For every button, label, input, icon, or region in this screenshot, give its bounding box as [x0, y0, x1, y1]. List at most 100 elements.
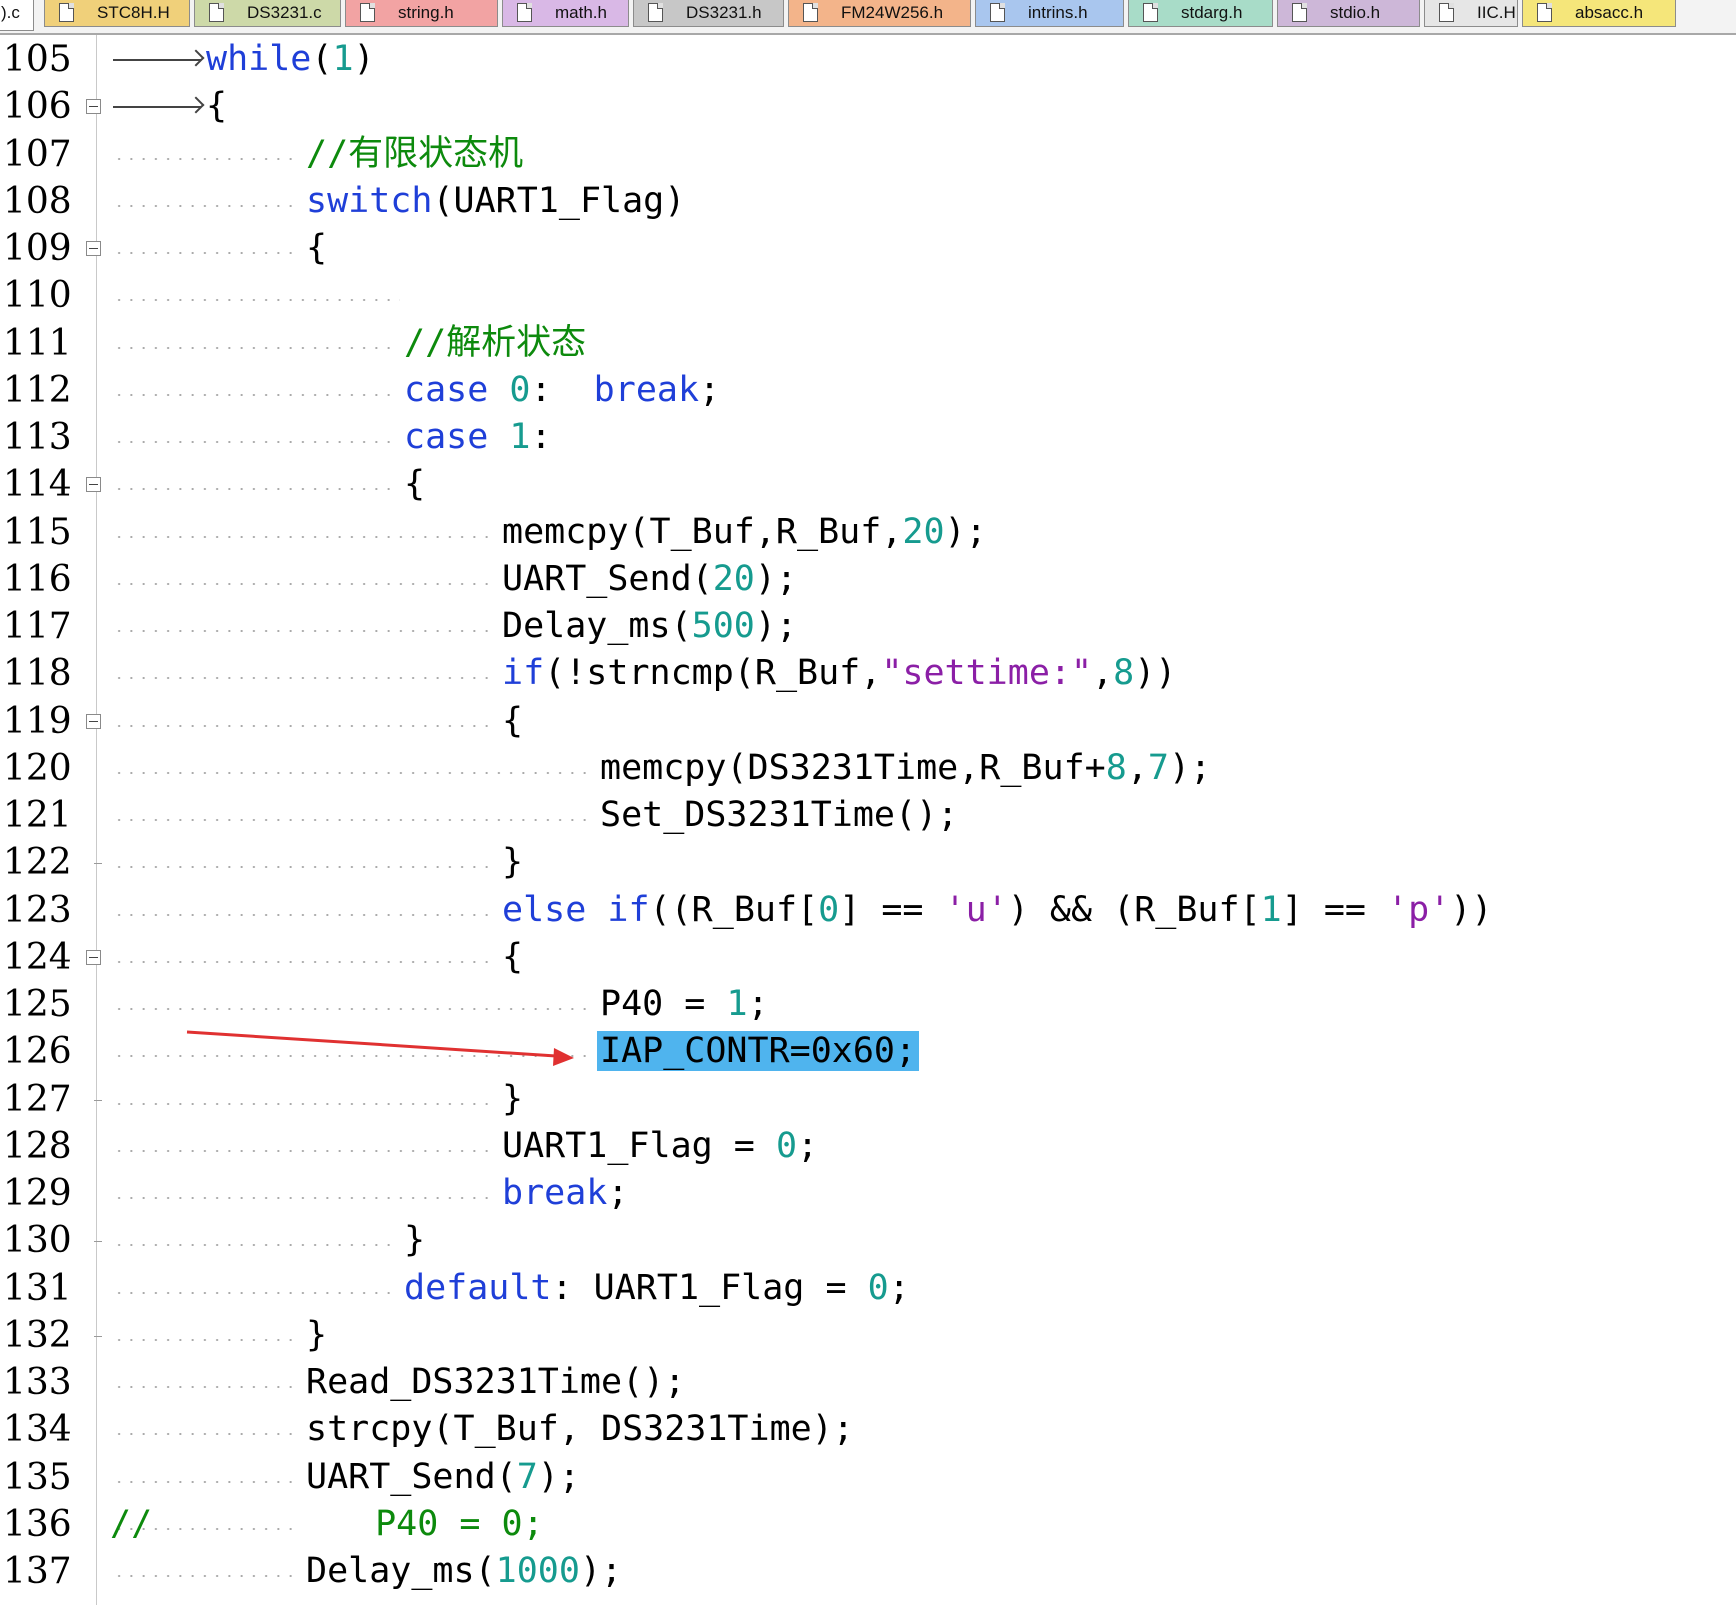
whitespace-dots — [113, 535, 494, 538]
code-token: 1 — [726, 984, 748, 1024]
code-token: 8 — [1113, 653, 1135, 694]
code-line[interactable]: case 1: — [0, 414, 1736, 461]
code-token: 1 — [332, 39, 354, 79]
code-token: if — [502, 653, 545, 694]
code-token: : — [530, 417, 552, 457]
code-text: //解析状态 — [404, 320, 586, 367]
code-line[interactable]: { — [0, 225, 1736, 272]
code-line[interactable]: //解析状态 — [0, 320, 1736, 367]
file-icon — [1537, 3, 1552, 22]
tab-stdio-h[interactable]: stdio.h — [1277, 0, 1420, 27]
whitespace-dots — [113, 866, 494, 869]
code-line[interactable]: strcpy(T_Buf, DS3231Time); — [0, 1406, 1736, 1453]
tab-label: STC8H.H — [97, 3, 170, 22]
code-token: (UART1_Flag) — [432, 180, 686, 221]
code-line[interactable]: { — [0, 461, 1736, 508]
code-line[interactable]: UART1_Flag = 0; — [0, 1123, 1736, 1170]
code-token: 1000 — [495, 1551, 580, 1591]
tab-ds3231-h[interactable]: DS3231.h — [633, 0, 784, 27]
code-line[interactable]: } — [0, 1312, 1736, 1359]
tab-label: string.h — [398, 3, 454, 22]
whitespace-dots — [113, 252, 298, 254]
code-token: 0 — [818, 889, 840, 930]
code-token: 0 — [867, 1267, 889, 1308]
code-line[interactable]: UART_Send(7); — [0, 1454, 1736, 1501]
code-line[interactable]: } — [0, 839, 1736, 886]
code-line[interactable]: UART_Send(20); — [0, 556, 1736, 603]
code-token: Read_DS3231Time(); — [306, 1362, 686, 1402]
tab-math-h[interactable]: math.h — [502, 0, 629, 27]
code-line[interactable]: Read_DS3231Time(); — [0, 1359, 1736, 1406]
whitespace-dots — [113, 1291, 396, 1294]
code-token: , — [1126, 747, 1148, 788]
file-icon — [517, 3, 532, 22]
tab-absacc-h[interactable]: absacc.h — [1522, 0, 1676, 27]
code-line[interactable]: if(!strncmp(R_Buf,"settime:",8)) — [0, 650, 1736, 697]
code-text: else if((R_Buf[0] == 'u') && (R_Buf[1] =… — [502, 887, 1492, 934]
tab-iic-h[interactable]: IIC.H — [1424, 0, 1518, 27]
code-line[interactable]: //有限状态机 — [0, 131, 1736, 178]
tab-string-h[interactable]: string.h — [345, 0, 498, 27]
code-token: ); — [944, 511, 987, 552]
code-line[interactable] — [0, 272, 1736, 319]
code-text: if(!strncmp(R_Buf,"settime:",8)) — [502, 650, 1176, 697]
code-text: { — [404, 461, 425, 508]
code-line[interactable]: Delay_ms(1000); — [0, 1548, 1736, 1595]
selected-text: IAP_CONTR=0x60; — [597, 1031, 920, 1072]
code-line[interactable]: IAP_CONTR=0x60; — [0, 1028, 1736, 1075]
code-line[interactable]: while(1) — [0, 36, 1736, 83]
code-line[interactable]: switch(UART1_Flag) — [0, 178, 1736, 225]
code-text: P40 = 0; — [354, 1501, 544, 1548]
code-line[interactable]: } — [0, 1076, 1736, 1123]
code-line[interactable]: case 0: break; — [0, 367, 1736, 414]
code-token: ; — [888, 1267, 910, 1308]
code-line[interactable]: { — [0, 698, 1736, 745]
code-text: { — [502, 698, 523, 745]
code-text: } — [306, 1312, 327, 1359]
code-line[interactable]: { — [0, 934, 1736, 981]
code-text: default: UART1_Flag = 0; — [404, 1265, 910, 1312]
code-text: } — [502, 1076, 523, 1123]
code-token: 1 — [509, 417, 531, 457]
file-icon — [360, 3, 375, 22]
code-token: { — [404, 464, 426, 505]
code-line[interactable]: Delay_ms(500); — [0, 603, 1736, 650]
code-line[interactable]: break; — [0, 1170, 1736, 1217]
code-text: P40 = 1; — [600, 981, 769, 1028]
code-token: case — [404, 417, 489, 457]
whitespace-dots — [113, 771, 592, 774]
code-token: case — [404, 369, 489, 410]
tab-label: absacc.h — [1575, 3, 1644, 22]
tab-stc8h-h[interactable]: STC8H.H — [44, 0, 190, 27]
code-line[interactable]: P40 = 1; — [0, 981, 1736, 1028]
code-token: ( — [311, 39, 333, 79]
code-token: ); — [537, 1456, 580, 1497]
whitespace-dots — [113, 299, 400, 302]
file-icon — [1439, 3, 1454, 22]
whitespace-dots — [113, 1575, 298, 1577]
tab-c[interactable]: ).c — [0, 0, 34, 31]
code-line[interactable]: // P40 = 0; — [0, 1501, 1736, 1548]
code-token: break — [593, 369, 700, 410]
whitespace-dots — [113, 1008, 592, 1010]
file-icon — [209, 3, 224, 22]
code-line[interactable]: memcpy(DS3231Time,R_Buf+8,7); — [0, 745, 1736, 792]
tab-fm24w256-h[interactable]: FM24W256.h — [788, 0, 971, 27]
whitespace-dots — [113, 1055, 592, 1058]
whitespace-dots — [113, 346, 396, 349]
code-token: ); — [754, 606, 798, 646]
code-token: if — [607, 889, 650, 930]
code-line[interactable]: Set_DS3231Time(); — [0, 792, 1736, 839]
code-line[interactable]: memcpy(T_Buf,R_Buf,20); — [0, 509, 1736, 556]
whitespace-dots — [113, 1386, 298, 1388]
tab-stdarg-h[interactable]: stdarg.h — [1128, 0, 1273, 27]
code-line[interactable]: default: UART1_Flag = 0; — [0, 1265, 1736, 1312]
code-line[interactable]: { — [0, 83, 1736, 130]
code-token: switch — [306, 180, 433, 221]
tab-ds3231-c[interactable]: DS3231.c — [194, 0, 341, 27]
code-line[interactable]: else if((R_Buf[0] == 'u') && (R_Buf[1] =… — [0, 887, 1736, 934]
code-editor[interactable]: 105 106 107 108 109 110 111 112 113 114 115 116 117 1… — [0, 35, 1736, 1605]
tab-intrins-h[interactable]: intrins.h — [975, 0, 1124, 27]
code-text: memcpy(DS3231Time,R_Buf+8,7); — [600, 745, 1211, 792]
code-line[interactable]: } — [0, 1217, 1736, 1264]
